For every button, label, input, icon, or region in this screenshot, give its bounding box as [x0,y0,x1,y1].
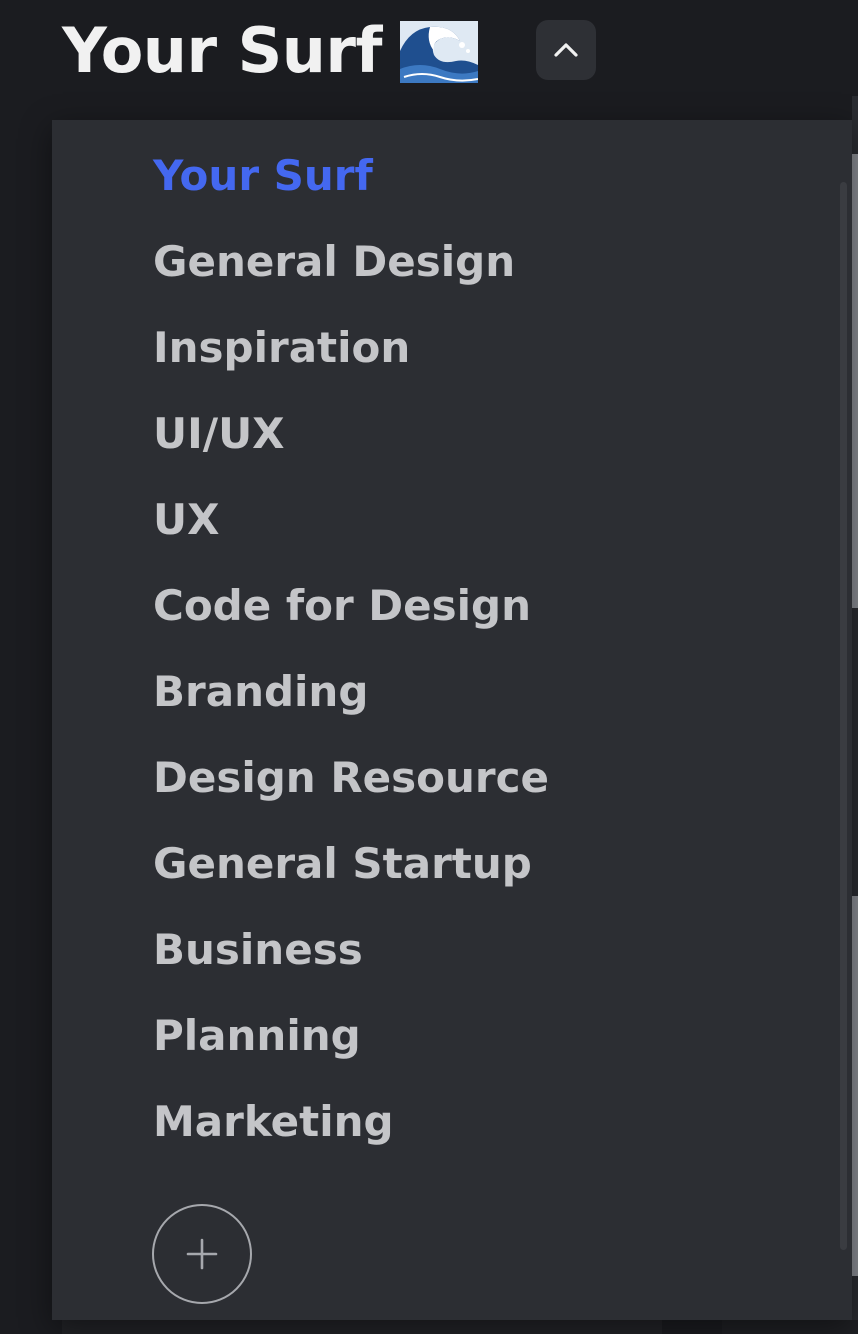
background-content-edge-bottom-right [722,1320,858,1334]
background-content-edge-bottom [62,1320,662,1334]
category-item-code-for-design[interactable]: Code for Design [153,562,549,648]
background-content-edge [852,96,858,1334]
category-item-your-surf[interactable]: Your Surf [153,132,549,218]
header: Your Surf [0,0,858,96]
page-title-text: Your Surf [62,13,382,87]
category-item-general-design[interactable]: General Design [153,218,549,304]
dropdown-scrollbar[interactable] [840,182,847,1250]
category-dropdown: Your Surf General Design Inspiration UI/… [52,120,852,1320]
category-item-ux[interactable]: UX [153,476,549,562]
category-list: Your Surf General Design Inspiration UI/… [153,132,549,1164]
water-wave-icon [399,21,479,83]
category-item-design-resource[interactable]: Design Resource [153,734,549,820]
add-category-button[interactable] [152,1204,252,1304]
chevron-up-icon [554,43,578,57]
category-item-planning[interactable]: Planning [153,992,549,1078]
collapse-button[interactable] [536,20,596,80]
page-title: Your Surf [62,6,479,94]
category-item-marketing[interactable]: Marketing [153,1078,549,1164]
surf-page: Your Surf Your Surf General Design Inspi… [0,0,858,1334]
category-item-business[interactable]: Business [153,906,549,992]
category-item-general-startup[interactable]: General Startup [153,820,549,906]
category-item-ui-ux[interactable]: UI/UX [153,390,549,476]
category-item-branding[interactable]: Branding [153,648,549,734]
category-item-inspiration[interactable]: Inspiration [153,304,549,390]
plus-icon [186,1238,218,1270]
